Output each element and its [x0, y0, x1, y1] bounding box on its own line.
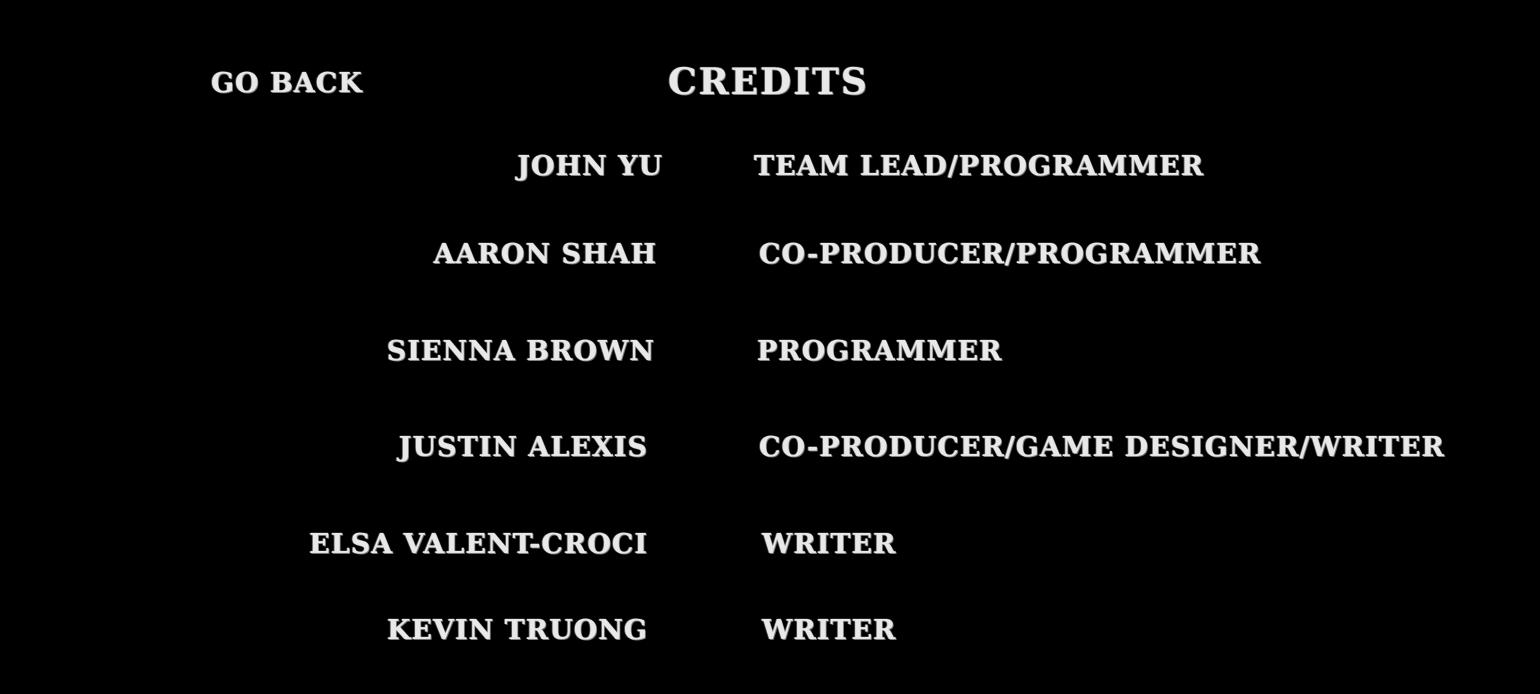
credit-role-john-yu: TEAM LEAD/PROGRAMMER [754, 151, 1205, 182]
credits-screen: GO BACK CREDITS JOHN YU TEAM LEAD/PROGRA… [0, 0, 1540, 694]
credit-role-kevin-truong: WRITER [762, 615, 897, 646]
credit-name-justin-alexis: JUSTIN ALEXIS [398, 432, 648, 463]
credit-role-justin-alexis: CO-PRODUCER/GAME DESIGNER/WRITER [759, 432, 1445, 463]
credit-name-aaron-shah: AARON SHAH [433, 239, 657, 270]
credit-role-sienna-brown: PROGRAMMER [757, 336, 1003, 367]
page-title: CREDITS [668, 61, 869, 103]
credit-name-john-yu: JOHN YU [517, 151, 663, 182]
credit-role-aaron-shah: CO-PRODUCER/PROGRAMMER [759, 239, 1262, 270]
credit-name-elsa-valent-croci: ELSA VALENT-CROCI [309, 529, 648, 560]
credit-role-elsa-valent-croci: WRITER [762, 529, 897, 560]
credit-name-sienna-brown: SIENNA BROWN [386, 336, 655, 367]
credit-name-kevin-truong: KEVIN TRUONG [386, 615, 648, 646]
go-back-button[interactable]: GO BACK [211, 70, 363, 97]
